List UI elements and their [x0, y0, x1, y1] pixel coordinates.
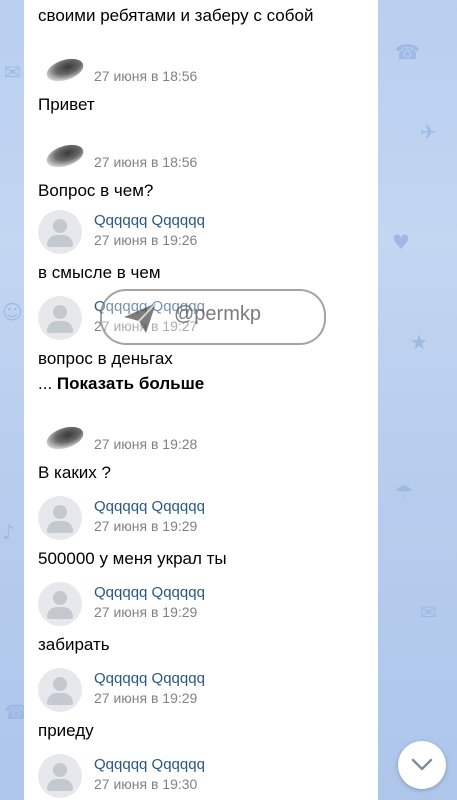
show-more-label[interactable]: Показать больше — [57, 374, 204, 393]
message-text: вопрос в деньгах — [38, 349, 173, 368]
message-text: В каких ? — [38, 463, 111, 482]
message: 27 июня в 18:56 Привет — [38, 54, 368, 116]
avatar[interactable] — [38, 210, 82, 254]
show-more-link[interactable]: ... Показать больше — [38, 374, 368, 394]
avatar[interactable] — [38, 754, 82, 798]
message-time: 27 июня в 19:30 — [94, 776, 198, 792]
doodle-icon: ✉ — [420, 600, 437, 624]
message-time: 27 июня в 19:29 — [94, 690, 198, 706]
scroll-down-button[interactable] — [398, 741, 446, 789]
chevron-down-icon — [411, 758, 433, 771]
message-time: 27 июня в 19:29 — [94, 518, 198, 534]
sender-name[interactable]: Qqqqqq Qqqqqq — [94, 584, 205, 601]
message-text: приеду — [38, 721, 94, 740]
doodle-icon: ☎ — [395, 40, 420, 64]
message-text: забирать — [38, 635, 110, 654]
message: Qqqqqq Qqqqqq 27 июня в 19:26 в смысле в… — [38, 208, 368, 284]
sender-name[interactable]: Qqqqqq Qqqqqq — [94, 212, 205, 229]
message-time: 27 июня в 19:28 — [94, 436, 198, 452]
avatar[interactable] — [38, 582, 82, 626]
avatar[interactable] — [43, 54, 87, 86]
sender-name[interactable]: Qqqqqq Qqqqqq — [94, 756, 205, 773]
message-text: в смысле в чем — [38, 263, 161, 282]
doodle-icon: ☺ — [2, 300, 23, 324]
message-text: Вопрос в чем? — [38, 181, 154, 200]
sender-name[interactable]: Qqqqqq Qqqqqq — [94, 670, 205, 687]
avatar[interactable] — [38, 496, 82, 540]
message-time: 27 июня в 19:29 — [94, 604, 198, 620]
ellipsis: ... — [38, 374, 53, 393]
message-text: 500000 у меня украл ты — [38, 549, 227, 568]
message: 27 июня в 19:28 В каких ? — [38, 422, 368, 484]
avatar[interactable] — [43, 422, 87, 454]
doodle-icon: ★ — [410, 330, 428, 354]
avatar[interactable] — [43, 140, 87, 172]
message-time: 27 июня в 18:56 — [94, 68, 198, 84]
doodle-icon: ♪ — [2, 520, 15, 544]
doodle-icon: ✉ — [4, 60, 21, 84]
avatar[interactable] — [38, 296, 82, 340]
doodle-icon: ♥ — [392, 230, 410, 254]
message: Qqqqqq Qqqqqq 27 июня в 19:30 — [38, 752, 368, 800]
message: Qqqqqq Qqqqqq 27 июня в 19:29 500000 у м… — [38, 494, 368, 570]
watermark-handle: @permkp — [174, 303, 261, 325]
message-time: 27 июня в 18:56 — [94, 154, 198, 170]
sender-name[interactable]: Qqqqqq Qqqqqq — [94, 498, 205, 515]
message: 27 июня в 18:56 Вопрос в чем? — [38, 140, 368, 202]
watermark: @permkp — [100, 289, 326, 345]
message: Qqqqqq Qqqqqq 27 июня в 19:29 забирать — [38, 580, 368, 656]
avatar[interactable] — [38, 668, 82, 712]
message-text: своими ребятами и заберу с собой — [38, 6, 314, 25]
doodle-icon: ☂ — [395, 480, 413, 504]
message: Qqqqqq Qqqqqq 27 июня в 19:29 приеду — [38, 666, 368, 742]
message-time: 27 июня в 19:26 — [94, 232, 198, 248]
paper-plane-icon — [124, 302, 157, 333]
message-text: Привет — [38, 95, 95, 114]
doodle-icon: ✈ — [420, 120, 437, 144]
